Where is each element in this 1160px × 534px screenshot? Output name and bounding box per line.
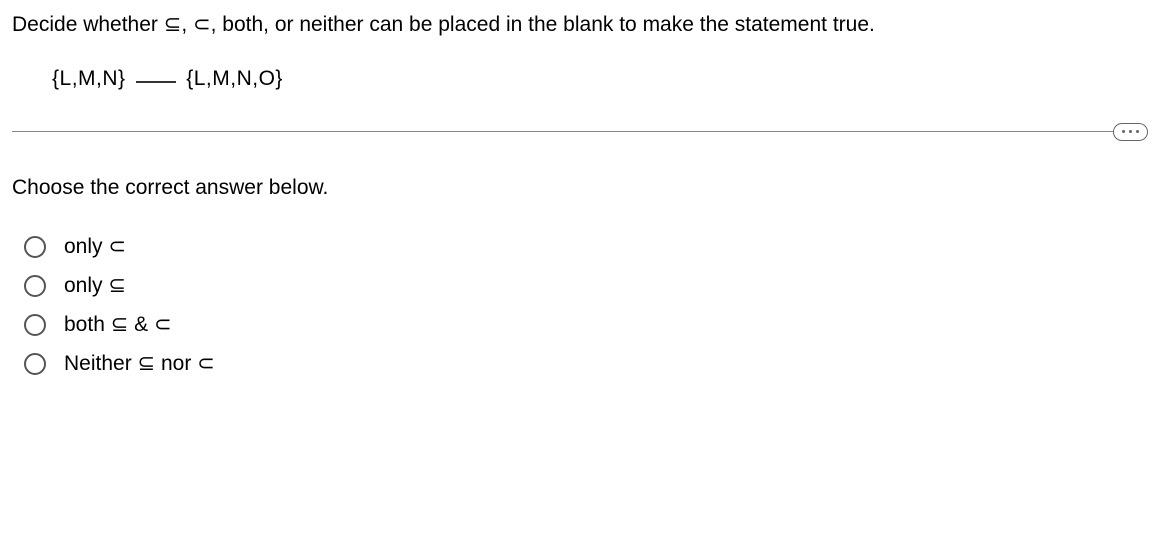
divider <box>12 131 1148 132</box>
options-group: only ⊂ only ⊆ both ⊆ & ⊂ Neither ⊆ nor ⊂ <box>12 234 1148 376</box>
option-label: Neither ⊆ nor ⊂ <box>64 351 215 376</box>
option-row: both ⊆ & ⊂ <box>24 312 1148 337</box>
question-text: Decide whether ⊆, ⊂, both, or neither ca… <box>12 10 1148 39</box>
set-statement: {L,M,N} {L,M,N,O} <box>12 67 1148 91</box>
divider-wrap <box>12 131 1148 132</box>
ellipsis-icon <box>1129 130 1132 133</box>
ellipsis-icon <box>1122 130 1125 133</box>
statement-left: {L,M,N} <box>52 67 126 90</box>
radio-button[interactable] <box>24 275 46 297</box>
option-row: only ⊆ <box>24 273 1148 298</box>
statement-right: {L,M,N,O} <box>186 67 283 90</box>
radio-button[interactable] <box>24 314 46 336</box>
radio-button[interactable] <box>24 353 46 375</box>
blank-slot <box>136 81 176 83</box>
radio-button[interactable] <box>24 236 46 258</box>
ellipsis-icon <box>1136 130 1139 133</box>
option-label: only ⊂ <box>64 234 126 259</box>
option-row: only ⊂ <box>24 234 1148 259</box>
option-label: both ⊆ & ⊂ <box>64 312 172 337</box>
more-button[interactable] <box>1113 123 1148 141</box>
option-label: only ⊆ <box>64 273 126 298</box>
option-row: Neither ⊆ nor ⊂ <box>24 351 1148 376</box>
instruction-text: Choose the correct answer below. <box>12 176 1148 200</box>
